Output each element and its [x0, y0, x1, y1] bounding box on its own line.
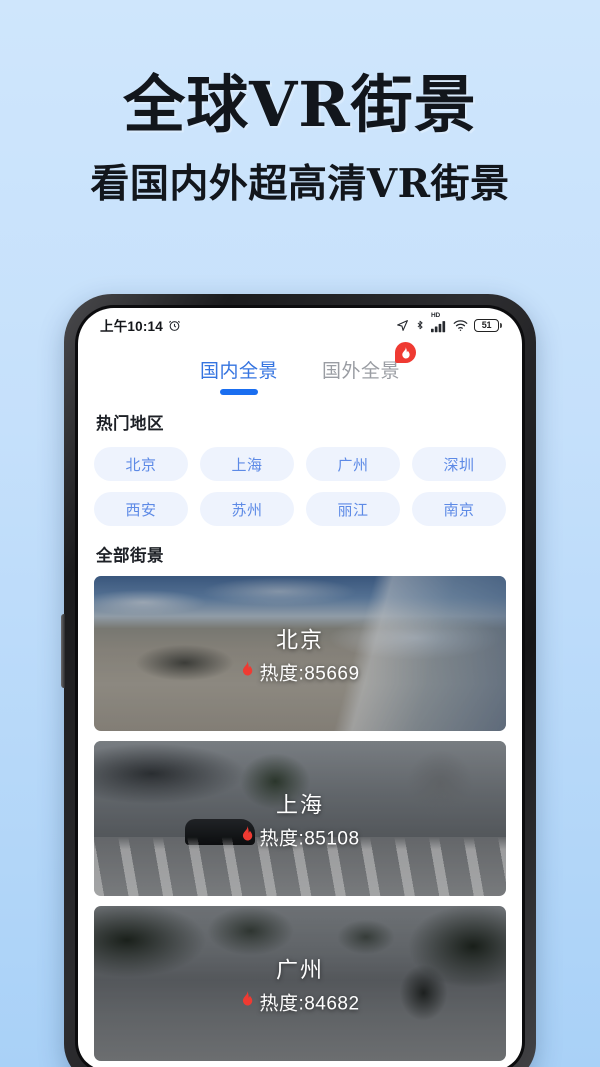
region-chip[interactable]: 北京: [94, 447, 188, 481]
flame-icon: [240, 990, 254, 1013]
status-time: 上午10:14: [100, 319, 163, 334]
phone-bezel: 上午10:14 HD 51 国内全景 国外全景 热门地区 北京 上海 广州 深圳…: [75, 305, 525, 1067]
region-chip[interactable]: 南京: [412, 492, 506, 526]
region-chip[interactable]: 广州: [306, 447, 400, 481]
panorama-tabs: 国内全景 国外全景: [78, 342, 522, 404]
region-chip[interactable]: 深圳: [412, 447, 506, 481]
battery-level: 51: [474, 318, 499, 332]
status-bar-right: HD 51: [396, 312, 502, 333]
tab-overseas-panorama[interactable]: 国外全景: [322, 342, 417, 391]
promo-title: 全球VR街景: [123, 68, 477, 141]
streetview-heat-value: 热度:84682: [259, 993, 360, 1014]
alarm-clock-icon: [168, 319, 181, 332]
streetview-card[interactable]: 上海 热度:85108: [94, 741, 506, 896]
status-bar: 上午10:14 HD 51: [78, 308, 522, 342]
streetview-caption: 北京 热度:85669: [94, 622, 506, 685]
tab-active-underline: [219, 389, 258, 395]
streetview-heat-value: 热度:85669: [259, 663, 360, 684]
region-chip[interactable]: 上海: [200, 447, 294, 481]
cellular-signal-icon: HD: [431, 312, 447, 333]
streetview-city: 北京: [275, 627, 324, 652]
streetview-city: 广州: [275, 957, 324, 982]
region-chip[interactable]: 西安: [94, 492, 188, 526]
flame-icon: [240, 660, 254, 683]
streetview-heat-value: 热度:85108: [259, 828, 360, 849]
region-chip[interactable]: 苏州: [200, 492, 294, 526]
promo-page: 全球VR街景 看国内外超高清VR街景 上午10:14 HD 51 国内全景 国外…: [0, 0, 600, 1067]
streetview-heat: 热度:84682: [240, 988, 359, 1015]
streetview-city: 上海: [275, 792, 324, 817]
streetview-caption: 广州 热度:84682: [94, 952, 506, 1015]
tab-domestic-label: 国内全景: [199, 361, 278, 382]
hot-regions-title: 热门地区: [96, 415, 164, 433]
streetview-caption: 上海 热度:85108: [94, 787, 506, 850]
hot-regions-chip-grid: 北京 上海 广州 深圳 西安 苏州 丽江 南京: [78, 434, 522, 528]
streetview-card-list: 北京 热度:85669 上海 热度:85108 广州 热度:84682: [78, 566, 522, 1061]
streetview-card[interactable]: 北京 热度:85669: [94, 576, 506, 731]
promo-subtitle: 看国内外超高清VR街景: [90, 161, 510, 208]
bluetooth-icon: [415, 318, 425, 332]
phone-screen: 上午10:14 HD 51 国内全景 国外全景 热门地区 北京 上海 广州 深圳…: [78, 308, 522, 1067]
tab-domestic-panorama[interactable]: 国内全景: [199, 356, 278, 395]
promo-header: 全球VR街景 看国内外超高清VR街景: [0, 72, 600, 206]
status-bar-left: 上午10:14: [100, 315, 181, 335]
battery-indicator: 51: [474, 318, 502, 332]
region-chip[interactable]: 丽江: [306, 492, 400, 526]
phone-volume-button[interactable]: [61, 614, 65, 688]
flame-icon: [240, 825, 254, 848]
streetview-heat: 热度:85669: [240, 658, 359, 685]
streetview-heat: 热度:85108: [240, 823, 359, 850]
all-streetviews-title: 全部街景: [96, 547, 164, 565]
battery-tip: [500, 322, 502, 328]
phone-mockup: 上午10:14 HD 51 国内全景 国外全景 热门地区 北京 上海 广州 深圳…: [61, 294, 536, 1067]
flame-icon: [395, 342, 417, 363]
location-arrow-icon: [396, 319, 409, 332]
tab-overseas-label: 国外全景: [322, 361, 401, 382]
hd-label: HD: [431, 311, 440, 319]
wifi-icon: [453, 319, 468, 332]
streetview-card[interactable]: 广州 热度:84682: [94, 906, 506, 1061]
